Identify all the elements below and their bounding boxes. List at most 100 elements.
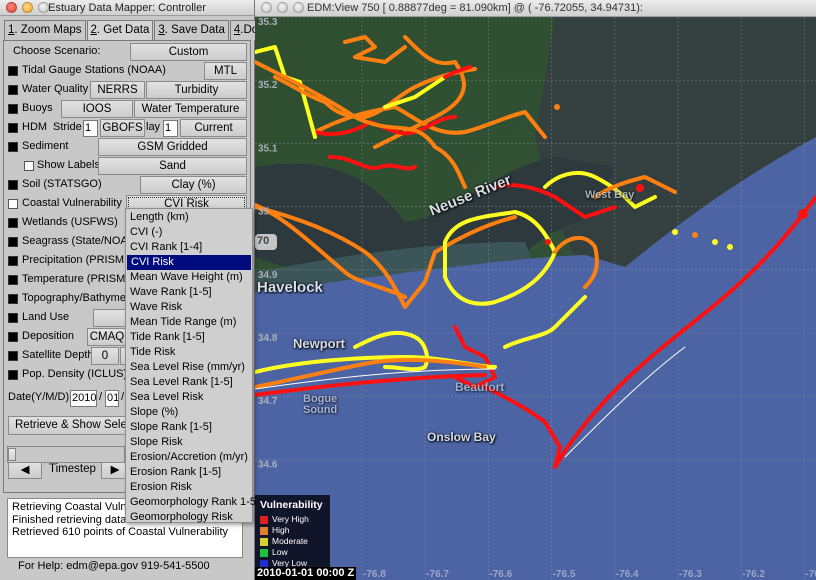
soil-variable-select[interactable]: Clay (%) (140, 176, 247, 194)
satellite-depth-select[interactable]: 0 (91, 347, 119, 365)
dropdown-item[interactable]: Sea Level Rise (mm/yr) (126, 360, 252, 375)
water-quality-checkbox[interactable] (8, 85, 18, 95)
dropdown-item[interactable]: Tide Risk (126, 345, 252, 360)
precipitation-row: Precipitation (PRISM 1 (4, 252, 126, 271)
water-quality-label: Water Quality (22, 83, 89, 95)
seagrass-label: Seagrass (State/NOAA) (22, 235, 126, 247)
date-month-input[interactable]: 01 (105, 390, 119, 407)
window-title: Estuary Data Mapper: Controller (48, 2, 206, 14)
dropdown-item[interactable]: Erosion Risk (126, 480, 252, 495)
zoom-window-icon[interactable] (293, 2, 304, 13)
dropdown-item[interactable]: Slope (%) (126, 405, 252, 420)
deposition-source-select[interactable]: CMAQ (87, 328, 127, 346)
soil-row: Soil (STATSGO) Clay (%) (4, 176, 250, 195)
buoys-checkbox[interactable] (8, 104, 18, 114)
dropdown-item[interactable]: CVI Rank [1-4] (126, 240, 252, 255)
topography-checkbox[interactable] (8, 294, 18, 304)
dropdown-item[interactable]: Slope Risk (126, 435, 252, 450)
scenario-select[interactable]: Custom (130, 43, 247, 61)
topography-label: Topography/Bathymetry (22, 292, 126, 304)
cvi-point-moderate (712, 239, 718, 245)
buoys-source-select[interactable]: IOOS (61, 100, 133, 118)
dropdown-item[interactable]: Mean Wave Height (m) (126, 270, 252, 285)
layer-input[interactable]: 1 (163, 120, 178, 137)
deposition-checkbox[interactable] (8, 332, 18, 342)
hdm-source-select[interactable]: GBOFS (100, 119, 145, 137)
map-label-beaufort: Beaufort (455, 380, 505, 394)
buoys-row: Buoys IOOS Water Temperature (4, 100, 250, 119)
legend-title: Vulnerability (260, 499, 323, 511)
dropdown-item[interactable]: Length (km) (126, 210, 252, 225)
variable-dropdown-menu: Length (km) CVI (-) CVI Rank [1-4] CVI Risk… (125, 208, 256, 525)
land-use-checkbox[interactable] (8, 313, 18, 323)
legend-item: Moderate (260, 536, 325, 547)
map-window: EDM:View 750 [ 0.88877deg = 81.090km] @ … (255, 0, 816, 580)
tidal-gauge-checkbox[interactable] (8, 66, 18, 76)
buoys-variable-select[interactable]: Water Temperature (134, 100, 247, 118)
water-quality-source-select[interactable]: NERRS (90, 81, 145, 99)
hdm-checkbox[interactable] (8, 123, 18, 133)
precipitation-checkbox[interactable] (8, 256, 18, 266)
temperature-checkbox[interactable] (8, 275, 18, 285)
timestep-slider[interactable] (7, 446, 125, 463)
hdm-label: HDM (22, 121, 48, 133)
dropdown-item[interactable]: Wave Risk (126, 300, 252, 315)
tab-get-data[interactable]: 2. Get Data (86, 20, 154, 41)
close-window-icon[interactable] (261, 2, 272, 13)
wetlands-checkbox[interactable] (8, 218, 18, 228)
dropdown-item[interactable]: Sea Level Rank [1-5] (126, 375, 252, 390)
pop-density-checkbox[interactable] (8, 370, 18, 380)
dropdown-item[interactable]: Tide Rank [1-5] (126, 330, 252, 345)
lat-tick-label: 34.6 (258, 459, 278, 470)
dropdown-item[interactable]: Erosion/Accretion (m/yr) (126, 450, 252, 465)
deposition-label: Deposition (22, 330, 74, 342)
scenario-label: Choose Scenario: (13, 45, 101, 57)
dropdown-item[interactable]: Geomorphology Rank 1-5 (126, 495, 256, 510)
lat-tick-label: 35.1 (258, 143, 278, 154)
timestep-prev-button[interactable]: ◀ (8, 461, 42, 479)
desktop: Estuary Data Mapper: Controller 1. Zoom … (0, 0, 816, 580)
dropdown-item[interactable]: Geomorphology Risk (126, 510, 252, 525)
dropdown-item[interactable]: CVI (-) (126, 225, 252, 240)
tidal-variable-select[interactable]: MTL (204, 62, 247, 80)
soil-checkbox[interactable] (8, 180, 18, 190)
dropdown-item[interactable]: Slope Rank [1-5] (126, 420, 252, 435)
tab-label: . Get Data (96, 24, 150, 36)
legend-swatch (260, 537, 268, 546)
show-labels-checkbox[interactable] (24, 161, 34, 171)
tab-zoom-maps[interactable]: 1. Zoom Maps (4, 20, 86, 40)
dropdown-item[interactable]: CVI Risk (127, 255, 251, 270)
coastal-vulnerability-label: Coastal Vulnerability (22, 197, 122, 209)
dropdown-item[interactable]: Mean Tide Range (m) (126, 315, 252, 330)
sediment-variable-select[interactable]: Sand (98, 157, 247, 175)
tab-save-data[interactable]: 3. Save Data (154, 20, 229, 40)
map-canvas[interactable]: 35.3 35.2 35.1 35 34.9 34.8 34.7 34.6 -76.8 -76.… (255, 17, 816, 580)
lon-tick-label: -76.1 (805, 569, 816, 580)
cvi-point-very-high (798, 209, 808, 219)
slider-thumb[interactable] (8, 448, 16, 461)
dropdown-item[interactable]: Wave Rank [1-5] (126, 285, 252, 300)
pop-density-label: Pop. Density (ICLUS) (22, 368, 128, 380)
tidal-gauge-label: Tidal Gauge Stations (NOAA) (22, 64, 166, 76)
map-svg[interactable]: 35.335.235.13534.934.834.734.6 -76.8 -76.… (255, 17, 816, 580)
cvi-point-very-high (545, 239, 551, 245)
legend-swatch (260, 515, 268, 524)
seagrass-checkbox[interactable] (8, 237, 18, 247)
dropdown-item[interactable]: Sea Level Risk (126, 390, 252, 405)
stride-input[interactable]: 1 (83, 120, 98, 137)
sediment-checkbox[interactable] (8, 142, 18, 152)
dropdown-item[interactable]: Erosion Rank [1-5] (126, 465, 252, 480)
coastal-vulnerability-checkbox[interactable] (8, 199, 18, 209)
lat-tick-label: 34.7 (258, 396, 278, 407)
date-year-input[interactable]: 2010 (70, 390, 97, 407)
hdm-variable-select[interactable]: Current (180, 119, 247, 137)
lon-tick-label: -76.6 (489, 569, 512, 580)
legend-item: Low (260, 547, 325, 558)
satellite-checkbox[interactable] (8, 351, 18, 361)
water-quality-variable-select[interactable]: Turbidity (146, 81, 247, 99)
topography-row: Topography/Bathymetry (4, 290, 126, 309)
show-labels-row: Show Labels Sand (4, 157, 250, 176)
sediment-source-select[interactable]: GSM Gridded (98, 138, 247, 156)
minimize-window-icon[interactable] (277, 2, 288, 13)
lat-tick-label: 35.2 (258, 80, 278, 91)
